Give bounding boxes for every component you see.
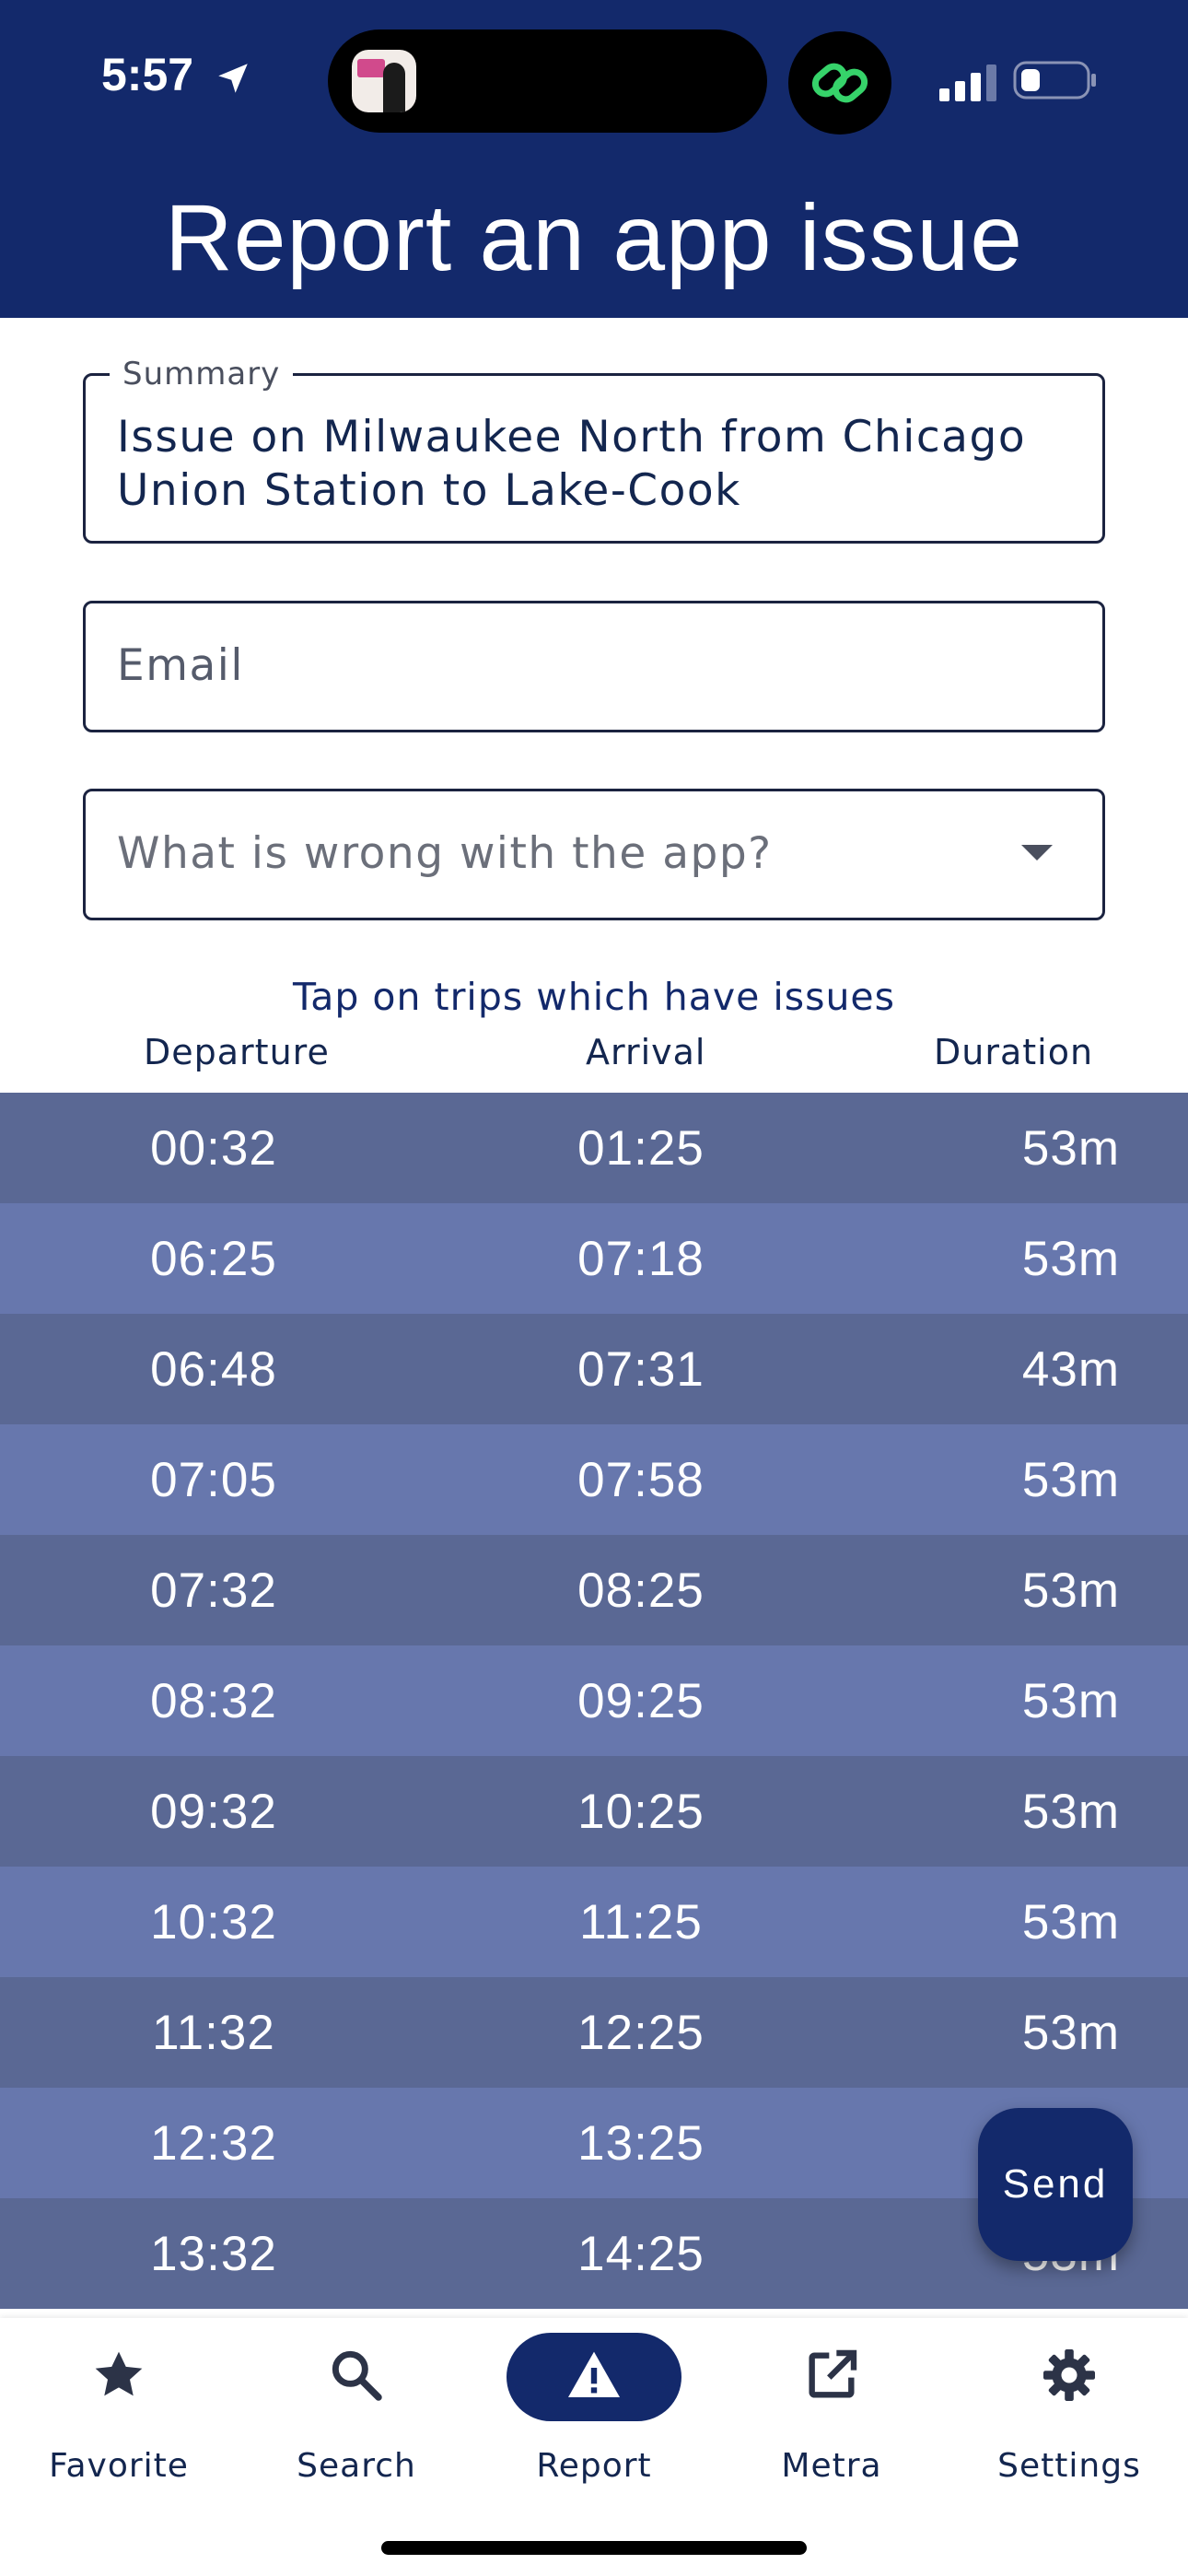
- status-time: 5:57: [101, 49, 194, 100]
- summary-label: Summary: [110, 356, 294, 392]
- trip-arrival: 14:25: [577, 2227, 705, 2281]
- trip-arrival: 07:18: [577, 1232, 705, 1286]
- trip-arrival: 07:58: [577, 1453, 705, 1507]
- star-icon: [95, 2351, 143, 2396]
- trip-duration: 53m: [1021, 1453, 1120, 1507]
- trip-row[interactable]: 07:05 07:58 53m: [0, 1424, 1188, 1535]
- trip-row[interactable]: 07:32 08:25 53m: [0, 1535, 1188, 1645]
- nav-item-favorite[interactable]: Favorite: [0, 2318, 238, 2502]
- nav-label-metra: Metra: [781, 2447, 882, 2485]
- column-header-departure: Departure: [144, 1032, 330, 1072]
- trip-departure: 00:32: [150, 1121, 277, 1176]
- column-header-duration: Duration: [934, 1032, 1094, 1072]
- trip-duration: 53m: [1021, 1232, 1120, 1286]
- trip-departure: 13:32: [150, 2227, 277, 2281]
- dynamic-island: [328, 29, 767, 133]
- trip-departure: 11:32: [152, 2006, 275, 2060]
- page-title: Report an app issue: [165, 185, 1023, 290]
- location-arrow-icon: [218, 64, 248, 93]
- trip-arrival: 01:25: [577, 1121, 705, 1176]
- trip-duration: 53m: [1021, 1121, 1120, 1176]
- issue-type-placeholder: What is wrong with the app?: [117, 828, 773, 879]
- trip-arrival: 11:25: [579, 1895, 703, 1950]
- email-field[interactable]: Email: [83, 601, 1105, 732]
- nav-item-metra[interactable]: Metra: [713, 2318, 950, 2502]
- app-header: 5:57 Report an app issue: [0, 0, 1188, 318]
- email-placeholder: Email: [117, 640, 244, 691]
- trip-departure: 09:32: [150, 1785, 277, 1839]
- trip-duration: 53m: [1021, 1895, 1120, 1950]
- trip-departure: 08:32: [150, 1674, 277, 1728]
- column-header-arrival: Arrival: [586, 1032, 706, 1072]
- trip-arrival: 10:25: [577, 1785, 705, 1839]
- trip-row[interactable]: 00:32 01:25 53m: [0, 1093, 1188, 1203]
- trip-departure: 10:32: [150, 1895, 277, 1950]
- nav-item-report[interactable]: Report: [475, 2318, 713, 2502]
- trip-row[interactable]: 10:32 11:25 53m: [0, 1867, 1188, 1977]
- nav-item-settings[interactable]: Settings: [950, 2318, 1188, 2502]
- gear-icon: [1043, 2349, 1095, 2401]
- trip-departure: 06:48: [150, 1342, 277, 1397]
- trip-departure: 12:32: [150, 2116, 277, 2171]
- trips-instruction: Tap on trips which have issues: [292, 975, 896, 1019]
- trip-row[interactable]: 09:32 10:25 53m: [0, 1756, 1188, 1867]
- trip-row[interactable]: 11:32 12:25 53m: [0, 1977, 1188, 2088]
- trip-row[interactable]: 06:48 07:31 43m: [0, 1314, 1188, 1424]
- summary-field[interactable]: Summary Issue on Milwaukee North from Ch…: [83, 356, 1105, 544]
- trip-departure: 06:25: [150, 1232, 277, 1286]
- search-icon: [332, 2350, 382, 2401]
- trip-duration: 53m: [1021, 1785, 1120, 1839]
- now-playing-thumbnail: [352, 50, 416, 112]
- trip-duration: 53m: [1021, 2006, 1120, 2060]
- summary-value[interactable]: Issue on Milwaukee North from Chicago Un…: [117, 411, 1075, 518]
- nav-label-settings: Settings: [997, 2447, 1141, 2485]
- issue-type-dropdown[interactable]: What is wrong with the app?: [83, 789, 1105, 920]
- trip-arrival: 13:25: [577, 2116, 705, 2171]
- cellular-signal-icon: [939, 64, 996, 101]
- trip-duration: 53m: [1021, 1563, 1120, 1618]
- chevron-down-icon[interactable]: [1021, 845, 1053, 861]
- trip-arrival: 12:25: [577, 2006, 705, 2060]
- warning-icon: [568, 2351, 620, 2397]
- trip-duration: 53m: [1021, 1674, 1120, 1728]
- nav-label-report: Report: [536, 2447, 652, 2485]
- trip-arrival: 08:25: [577, 1563, 705, 1618]
- external-link-icon: [809, 2349, 857, 2398]
- home-indicator: [381, 2541, 807, 2555]
- trip-row[interactable]: 08:32 09:25 53m: [0, 1645, 1188, 1756]
- bottom-nav: Favorite Search Report Metra Settings: [0, 2318, 1188, 2576]
- nav-item-search[interactable]: Search: [238, 2318, 475, 2502]
- trip-arrival: 09:25: [577, 1674, 705, 1728]
- trip-departure: 07:05: [150, 1453, 277, 1507]
- nav-label-search: Search: [297, 2447, 416, 2485]
- send-button[interactable]: Send: [978, 2108, 1133, 2261]
- trip-row[interactable]: 06:25 07:18 53m: [0, 1203, 1188, 1314]
- trip-departure: 07:32: [150, 1563, 277, 1618]
- link-icon: [788, 31, 891, 135]
- trip-arrival: 07:31: [577, 1342, 705, 1397]
- nav-label-favorite: Favorite: [49, 2447, 189, 2485]
- battery-icon: [1013, 61, 1096, 100]
- trip-duration: 43m: [1021, 1342, 1120, 1397]
